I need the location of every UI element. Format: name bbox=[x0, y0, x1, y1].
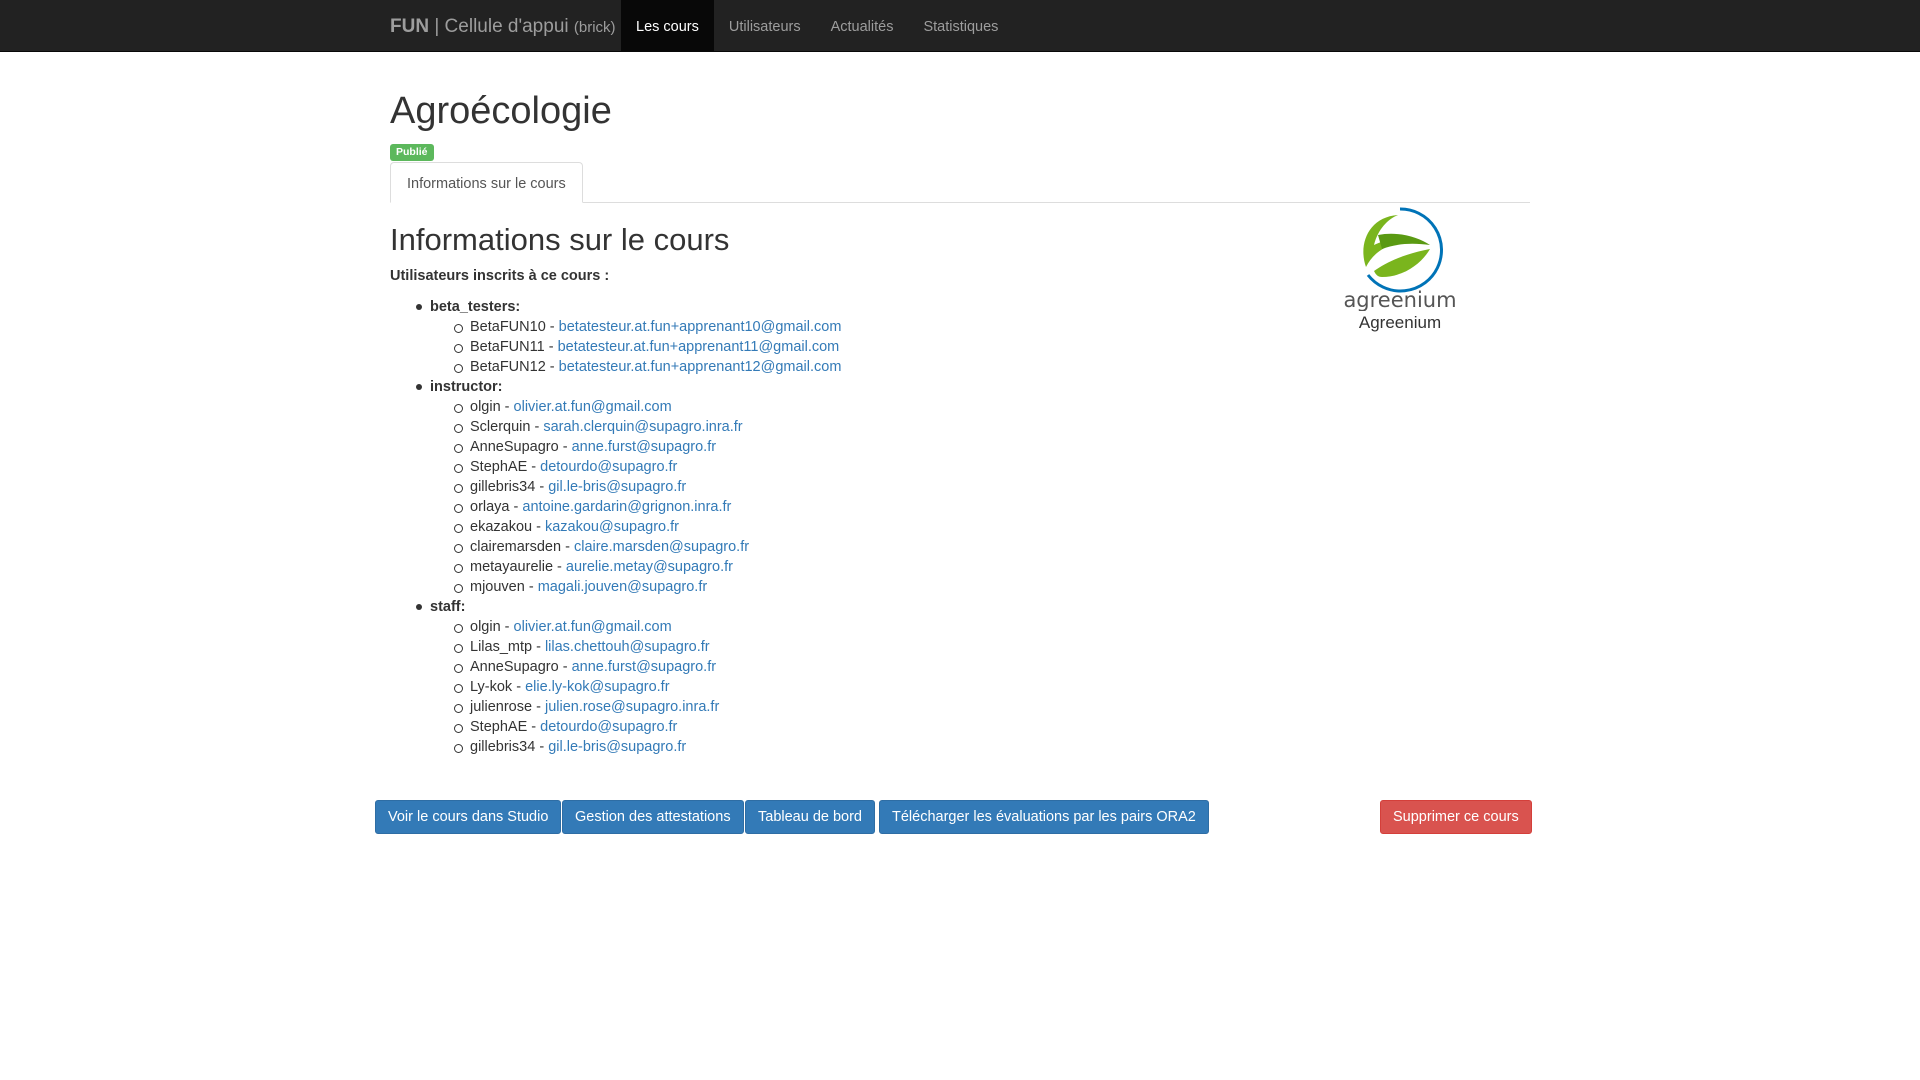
university-logo: agreenium Agreenium bbox=[1330, 205, 1470, 333]
nav-users[interactable]: Utilisateurs bbox=[714, 0, 816, 52]
email-link[interactable]: olivier.at.fun@gmail.com bbox=[514, 619, 672, 635]
username: BetaFUN12 bbox=[470, 359, 546, 375]
member-list-instructor: olgin - olivier.at.fun@gmail.com Sclerqu… bbox=[390, 397, 1190, 597]
username: AnneSupagro bbox=[470, 659, 559, 675]
tab-course-info[interactable]: Informations sur le cours bbox=[390, 162, 583, 203]
username: olgin bbox=[470, 619, 501, 635]
email-link[interactable]: sarah.clerquin@supagro.inra.fr bbox=[543, 419, 742, 435]
username: gillebris34 bbox=[470, 479, 536, 495]
brand-text: | Cellule d'appui bbox=[429, 16, 574, 37]
enrolled-groups: beta_testers: BetaFUN10 - betatesteur.at… bbox=[390, 297, 1190, 757]
email-link[interactable]: aurelie.metay@supagro.fr bbox=[566, 559, 733, 575]
username: AnneSupagro bbox=[470, 439, 559, 455]
member-list-beta-testers: BetaFUN10 - betatesteur.at.fun+apprenant… bbox=[390, 317, 1190, 377]
username: BetaFUN11 bbox=[470, 339, 545, 355]
username: ekazakou bbox=[470, 519, 533, 535]
list-item: BetaFUN12 - betatesteur.at.fun+apprenant… bbox=[390, 357, 1190, 377]
delete-course-button[interactable]: Supprimer ce cours bbox=[1380, 800, 1532, 834]
status-badge: Publié bbox=[390, 144, 434, 161]
username: mjouven bbox=[470, 579, 525, 595]
list-item: olgin - olivier.at.fun@gmail.com bbox=[390, 617, 1190, 637]
nav-statistics[interactable]: Statistiques bbox=[908, 0, 1013, 52]
list-item: orlaya - antoine.gardarin@grignon.inra.f… bbox=[390, 497, 1190, 517]
list-item: Lilas_mtp - lilas.chettouh@supagro.fr bbox=[390, 637, 1190, 657]
list-item: gillebris34 - gil.le-bris@supagro.fr bbox=[390, 737, 1190, 757]
email-link[interactable]: detourdo@supagro.fr bbox=[540, 719, 677, 735]
group-label-beta-testers: beta_testers: bbox=[390, 297, 1190, 317]
email-link[interactable]: betatesteur.at.fun+apprenant12@gmail.com bbox=[559, 359, 842, 375]
username: clairemarsden bbox=[470, 539, 562, 555]
username: orlaya bbox=[470, 499, 510, 515]
list-item: BetaFUN11 - betatesteur.at.fun+apprenant… bbox=[390, 337, 1190, 357]
main-nav: Les cours Utilisateurs Actualités Statis… bbox=[621, 0, 1013, 52]
email-link[interactable]: antoine.gardarin@grignon.inra.fr bbox=[522, 499, 731, 515]
username: StephAE bbox=[470, 459, 528, 475]
email-link[interactable]: anne.furst@supagro.fr bbox=[572, 439, 717, 455]
username: julienrose bbox=[470, 699, 533, 715]
certificates-button[interactable]: Gestion des attestations bbox=[562, 800, 744, 834]
brand-link[interactable]: FUN | Cellule d'appui (brick) bbox=[390, 0, 616, 52]
list-item: gillebris34 - gil.le-bris@supagro.fr bbox=[390, 477, 1190, 497]
email-link[interactable]: anne.furst@supagro.fr bbox=[572, 659, 717, 675]
email-link[interactable]: olivier.at.fun@gmail.com bbox=[514, 399, 672, 415]
list-item: BetaFUN10 - betatesteur.at.fun+apprenant… bbox=[390, 317, 1190, 337]
username: gillebris34 bbox=[470, 739, 536, 755]
list-item: mjouven - magali.jouven@supagro.fr bbox=[390, 577, 1190, 597]
group-label-instructor: instructor: bbox=[390, 377, 1190, 397]
email-link[interactable]: gil.le-bris@supagro.fr bbox=[548, 479, 686, 495]
dashboard-button[interactable]: Tableau de bord bbox=[745, 800, 875, 834]
download-ora2-button[interactable]: Télécharger les évaluations par les pair… bbox=[879, 800, 1209, 834]
email-link[interactable]: gil.le-bris@supagro.fr bbox=[548, 739, 686, 755]
email-link[interactable]: elie.ly-kok@supagro.fr bbox=[525, 679, 669, 695]
course-title: Agroécologie bbox=[390, 90, 612, 132]
enrolled-users-heading: Utilisateurs inscrits à ce cours : bbox=[390, 268, 610, 284]
username: Lilas_mtp bbox=[470, 639, 533, 655]
list-item: Ly-kok - elie.ly-kok@supagro.fr bbox=[390, 677, 1190, 697]
member-list-staff: olgin - olivier.at.fun@gmail.com Lilas_m… bbox=[390, 617, 1190, 757]
username: metayaurelie bbox=[470, 559, 554, 575]
list-item: ekazakou - kazakou@supagro.fr bbox=[390, 517, 1190, 537]
agreenium-logo-icon: agreenium bbox=[1343, 207, 1457, 311]
brand-small: (brick) bbox=[573, 19, 616, 36]
list-item: clairemarsden - claire.marsden@supagro.f… bbox=[390, 537, 1190, 557]
top-navbar: FUN | Cellule d'appui (brick) Les cours … bbox=[0, 0, 1920, 52]
logo-wordmark: agreenium bbox=[1343, 288, 1456, 311]
section-title: Informations sur le cours bbox=[390, 222, 730, 257]
list-item: AnneSupagro - anne.furst@supagro.fr bbox=[390, 657, 1190, 677]
username: BetaFUN10 bbox=[470, 319, 546, 335]
email-link[interactable]: claire.marsden@supagro.fr bbox=[574, 539, 749, 555]
list-item: AnneSupagro - anne.furst@supagro.fr bbox=[390, 437, 1190, 457]
username: Sclerquin bbox=[470, 419, 531, 435]
brand-strong: FUN bbox=[390, 16, 430, 37]
view-in-studio-button[interactable]: Voir le cours dans Studio bbox=[375, 800, 562, 834]
list-item: StephAE - detourdo@supagro.fr bbox=[390, 457, 1190, 477]
nav-courses[interactable]: Les cours bbox=[621, 0, 714, 52]
university-name: Agreenium bbox=[1358, 313, 1442, 332]
list-item: metayaurelie - aurelie.metay@supagro.fr bbox=[390, 557, 1190, 577]
group-label-staff: staff: bbox=[390, 597, 1190, 617]
email-link[interactable]: detourdo@supagro.fr bbox=[540, 459, 677, 475]
nav-news[interactable]: Actualités bbox=[816, 0, 909, 52]
list-item: Sclerquin - sarah.clerquin@supagro.inra.… bbox=[390, 417, 1190, 437]
email-link[interactable]: kazakou@supagro.fr bbox=[545, 519, 679, 535]
email-link[interactable]: betatesteur.at.fun+apprenant10@gmail.com bbox=[559, 319, 842, 335]
list-item: olgin - olivier.at.fun@gmail.com bbox=[390, 397, 1190, 417]
email-link[interactable]: lilas.chettouh@supagro.fr bbox=[545, 639, 710, 655]
username: olgin bbox=[470, 399, 501, 415]
username: StephAE bbox=[470, 719, 528, 735]
username: Ly-kok bbox=[470, 679, 513, 695]
email-link[interactable]: julien.rose@supagro.inra.fr bbox=[545, 699, 719, 715]
email-link[interactable]: magali.jouven@supagro.fr bbox=[538, 579, 707, 595]
email-link[interactable]: betatesteur.at.fun+apprenant11@gmail.com bbox=[558, 339, 840, 355]
list-item: julienrose - julien.rose@supagro.inra.fr bbox=[390, 697, 1190, 717]
list-item: StephAE - detourdo@supagro.fr bbox=[390, 717, 1190, 737]
